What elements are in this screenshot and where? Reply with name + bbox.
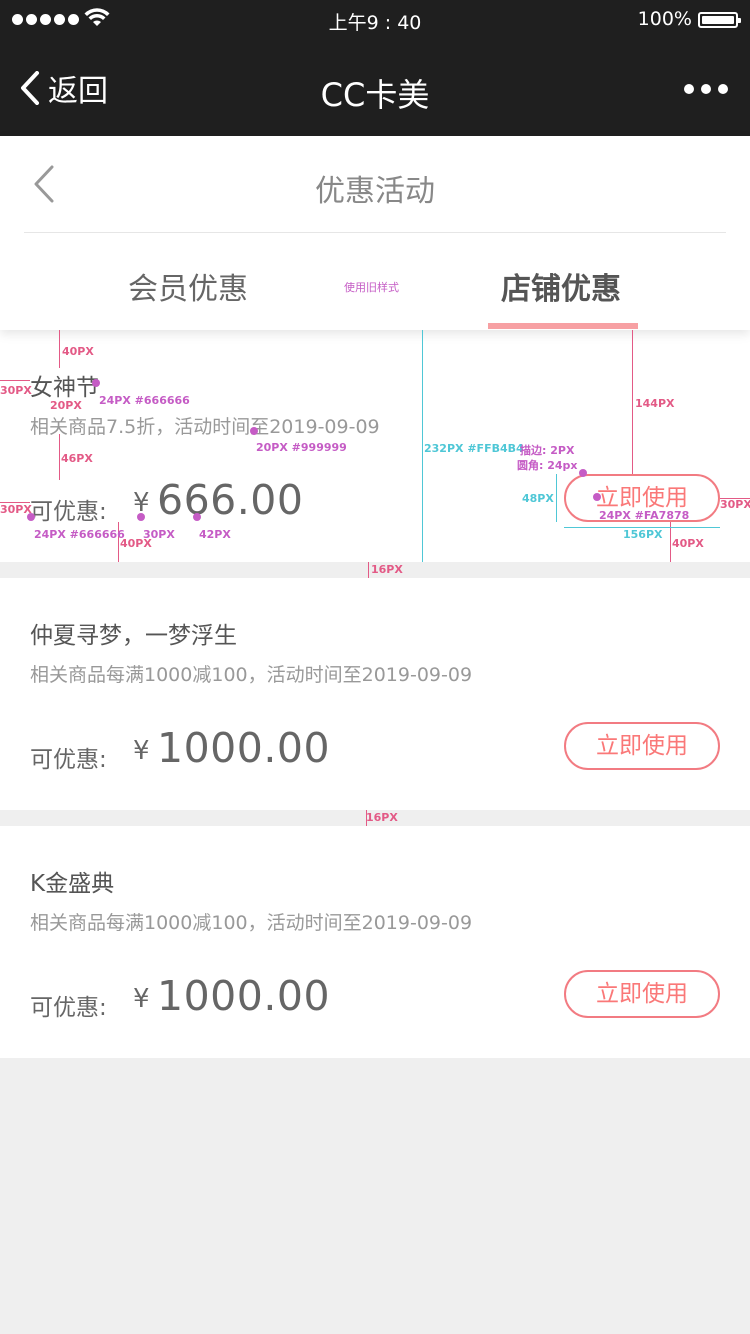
coupon-currency: ¥ bbox=[133, 984, 150, 1014]
spec-label: 42PX bbox=[199, 528, 231, 541]
spec-label: 圆角: 24px bbox=[517, 459, 578, 472]
tab-note: 使用旧样式 bbox=[344, 281, 399, 294]
spec-guide-line bbox=[632, 330, 633, 474]
coupon-amount: 1000.00 bbox=[157, 724, 331, 772]
use-now-button[interactable]: 立即使用 bbox=[564, 970, 720, 1018]
spec-guide-line bbox=[0, 380, 30, 381]
spec-label: 30PX bbox=[0, 384, 32, 397]
spec-guide-line bbox=[670, 522, 671, 562]
spec-guide-line bbox=[422, 330, 423, 562]
more-icon[interactable] bbox=[684, 84, 728, 94]
coupon-desc: 相关商品7.5折，活动时间至2019-09-09 bbox=[30, 416, 380, 438]
spec-marker bbox=[137, 513, 145, 521]
status-bar: 上午9 : 40 100% bbox=[0, 0, 750, 40]
coupon-card: K金盛典 相关商品每满1000减100，活动时间至2019-09-09 可优惠:… bbox=[0, 826, 750, 1058]
tab-member-discount[interactable]: 会员优惠 bbox=[128, 264, 248, 308]
spec-guide-line bbox=[59, 330, 60, 368]
spec-marker bbox=[193, 513, 201, 521]
page-header: 优惠活动 会员优惠 使用旧样式 店铺优惠 bbox=[0, 136, 750, 330]
tab-store-discount[interactable]: 店铺优惠 bbox=[501, 264, 621, 308]
coupon-amount: 1000.00 bbox=[157, 972, 331, 1020]
spec-label: 24PX #666666 bbox=[34, 528, 125, 541]
spec-label: 156PX bbox=[623, 528, 663, 541]
battery-percent: 100% bbox=[637, 8, 692, 30]
coupon-discount-label: 可优惠: bbox=[30, 995, 107, 1021]
spec-marker bbox=[27, 513, 35, 521]
nav-title: CC卡美 bbox=[320, 76, 430, 114]
spec-label: 24PX #666666 bbox=[99, 394, 190, 407]
spec-label: 16PX bbox=[371, 563, 403, 576]
page-title: 优惠活动 bbox=[315, 174, 435, 209]
spec-label: 46PX bbox=[61, 452, 93, 465]
spec-label: 20PX bbox=[50, 399, 82, 412]
coupon-card: 仲夏寻梦，一梦浮生 相关商品每满1000减100，活动时间至2019-09-09… bbox=[0, 578, 750, 810]
nav-bar: 返回 CC卡美 bbox=[0, 40, 750, 136]
coupon-title: K金盛典 bbox=[30, 871, 115, 897]
coupon-desc: 相关商品每满1000减100，活动时间至2019-09-09 bbox=[30, 912, 473, 934]
spec-label: 144PX bbox=[635, 397, 675, 410]
use-now-button[interactable]: 立即使用 bbox=[564, 722, 720, 770]
spec-label: 24PX #FA7878 bbox=[599, 509, 690, 522]
spec-label: 30PX bbox=[720, 498, 750, 511]
spec-label: 232PX #FFB4B4 bbox=[424, 442, 524, 455]
header-divider bbox=[24, 232, 726, 233]
spec-marker bbox=[579, 469, 587, 477]
spec-label: 描边: 2PX bbox=[520, 444, 575, 457]
battery-icon bbox=[698, 12, 741, 28]
coupon-currency: ¥ bbox=[133, 736, 150, 766]
coupon-discount-label: 可优惠: bbox=[30, 499, 107, 525]
spec-label: 20PX #999999 bbox=[256, 441, 347, 454]
spec-guide-line bbox=[368, 562, 369, 578]
spec-marker bbox=[593, 493, 601, 501]
spec-label: 16PX bbox=[366, 811, 398, 824]
coupon-desc: 相关商品每满1000减100，活动时间至2019-09-09 bbox=[30, 664, 473, 686]
coupon-title: 仲夏寻梦，一梦浮生 bbox=[30, 623, 237, 649]
spec-guide-line bbox=[556, 474, 557, 522]
spec-guide-line bbox=[59, 434, 60, 480]
spec-label: 40PX bbox=[672, 537, 704, 550]
coupon-discount-label: 可优惠: bbox=[30, 747, 107, 773]
spec-label: 40PX bbox=[62, 345, 94, 358]
top-bar: 上午9 : 40 100% 返回 CC卡美 bbox=[0, 0, 750, 136]
spec-label: 30PX bbox=[143, 528, 175, 541]
spec-marker bbox=[92, 379, 100, 387]
coupon-amount: 666.00 bbox=[157, 476, 304, 524]
spec-label: 48PX bbox=[522, 492, 554, 505]
active-tab-underline bbox=[488, 323, 638, 329]
coupon-title: 女神节 bbox=[30, 375, 99, 401]
spec-marker bbox=[250, 427, 258, 435]
